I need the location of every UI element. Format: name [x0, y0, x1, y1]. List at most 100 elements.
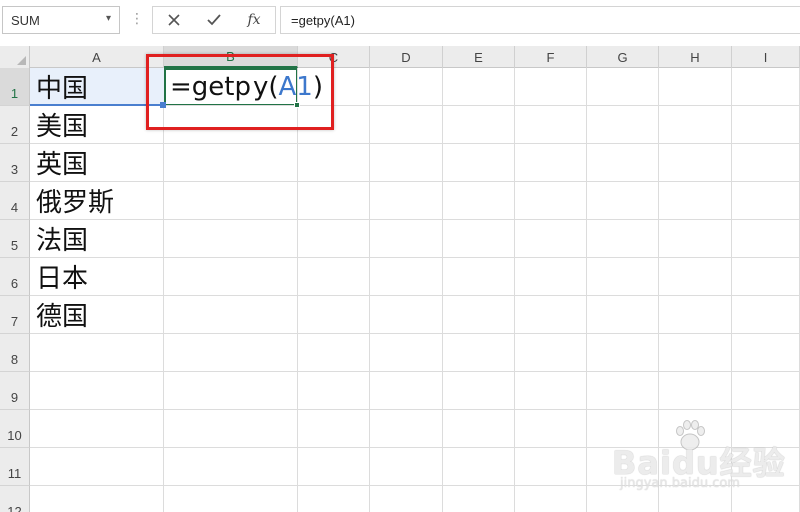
cell-e2[interactable]: [443, 106, 515, 144]
cell-e12[interactable]: [443, 486, 515, 512]
cell-e7[interactable]: [443, 296, 515, 334]
cell-b1[interactable]: =getp y(A1): [164, 68, 323, 106]
cell-g8[interactable]: [587, 334, 659, 372]
cell-f4[interactable]: [515, 182, 587, 220]
column-header-e[interactable]: E: [443, 46, 515, 68]
cell-d1[interactable]: [370, 68, 443, 106]
cell-h3[interactable]: [659, 144, 732, 182]
cell-h6[interactable]: [659, 258, 732, 296]
cell-e9[interactable]: [443, 372, 515, 410]
cell-c2[interactable]: [298, 106, 370, 144]
cell-i1[interactable]: [732, 68, 800, 106]
cell-g1[interactable]: [587, 68, 659, 106]
cell-a9[interactable]: [30, 372, 164, 410]
cell-a12[interactable]: [30, 486, 164, 512]
name-box[interactable]: SUM ▾: [2, 6, 120, 34]
cell-d11[interactable]: [370, 448, 443, 486]
cell-g3[interactable]: [587, 144, 659, 182]
select-all-button[interactable]: [0, 46, 30, 68]
cell-b3[interactable]: [164, 144, 298, 182]
cell-e6[interactable]: [443, 258, 515, 296]
cell-c3[interactable]: [298, 144, 370, 182]
cell-i5[interactable]: [732, 220, 800, 258]
drag-handle-icon[interactable]: ⋮: [130, 10, 144, 27]
cell-g11[interactable]: [587, 448, 659, 486]
cell-f12[interactable]: [515, 486, 587, 512]
cell-g12[interactable]: [587, 486, 659, 512]
row-header-12[interactable]: 12: [0, 486, 30, 512]
cell-i3[interactable]: [732, 144, 800, 182]
cell-d12[interactable]: [370, 486, 443, 512]
cell-a4[interactable]: 俄罗斯: [30, 182, 164, 220]
cell-e11[interactable]: [443, 448, 515, 486]
cell-c11[interactable]: [298, 448, 370, 486]
cell-f7[interactable]: [515, 296, 587, 334]
cell-f5[interactable]: [515, 220, 587, 258]
column-header-a[interactable]: A: [30, 46, 164, 68]
cell-i7[interactable]: [732, 296, 800, 334]
cell-h7[interactable]: [659, 296, 732, 334]
cell-c6[interactable]: [298, 258, 370, 296]
cell-c7[interactable]: [298, 296, 370, 334]
cell-h5[interactable]: [659, 220, 732, 258]
row-header-9[interactable]: 9: [0, 372, 30, 410]
cell-b2[interactable]: [164, 106, 298, 144]
cell-d8[interactable]: [370, 334, 443, 372]
cell-e3[interactable]: [443, 144, 515, 182]
cell-i11[interactable]: [732, 448, 800, 486]
enter-button[interactable]: [199, 7, 229, 33]
cell-d3[interactable]: [370, 144, 443, 182]
cell-g2[interactable]: [587, 106, 659, 144]
cell-b6[interactable]: [164, 258, 298, 296]
cell-d6[interactable]: [370, 258, 443, 296]
cell-h10[interactable]: [659, 410, 732, 448]
cancel-button[interactable]: [159, 7, 189, 33]
cell-i12[interactable]: [732, 486, 800, 512]
cell-a10[interactable]: [30, 410, 164, 448]
cell-f3[interactable]: [515, 144, 587, 182]
row-header-10[interactable]: 10: [0, 410, 30, 448]
cell-i10[interactable]: [732, 410, 800, 448]
row-header-1[interactable]: 1: [0, 68, 30, 106]
row-header-2[interactable]: 2: [0, 106, 30, 144]
row-header-11[interactable]: 11: [0, 448, 30, 486]
cell-c5[interactable]: [298, 220, 370, 258]
cell-a2[interactable]: 美国: [30, 106, 164, 144]
cell-b8[interactable]: [164, 334, 298, 372]
cell-g4[interactable]: [587, 182, 659, 220]
cell-a11[interactable]: [30, 448, 164, 486]
fill-handle[interactable]: [294, 102, 300, 108]
cell-g7[interactable]: [587, 296, 659, 334]
cell-a3[interactable]: 英国: [30, 144, 164, 182]
column-header-f[interactable]: F: [515, 46, 587, 68]
cell-b7[interactable]: [164, 296, 298, 334]
cell-f8[interactable]: [515, 334, 587, 372]
cell-c10[interactable]: [298, 410, 370, 448]
cell-b10[interactable]: [164, 410, 298, 448]
column-header-d[interactable]: D: [370, 46, 443, 68]
cell-e5[interactable]: [443, 220, 515, 258]
cell-a5[interactable]: 法国: [30, 220, 164, 258]
cell-c9[interactable]: [298, 372, 370, 410]
column-header-g[interactable]: G: [587, 46, 659, 68]
cell-a1[interactable]: 中国: [30, 68, 164, 106]
cell-h1[interactable]: [659, 68, 732, 106]
chevron-down-icon[interactable]: ▾: [106, 13, 111, 24]
cell-e4[interactable]: [443, 182, 515, 220]
reference-handle[interactable]: [160, 102, 166, 108]
cell-i2[interactable]: [732, 106, 800, 144]
cell-h11[interactable]: [659, 448, 732, 486]
cell-a7[interactable]: 德国: [30, 296, 164, 334]
cell-i6[interactable]: [732, 258, 800, 296]
cell-b4[interactable]: [164, 182, 298, 220]
cell-c4[interactable]: [298, 182, 370, 220]
cell-h4[interactable]: [659, 182, 732, 220]
cell-f11[interactable]: [515, 448, 587, 486]
cell-d4[interactable]: [370, 182, 443, 220]
cell-b9[interactable]: [164, 372, 298, 410]
cell-g5[interactable]: [587, 220, 659, 258]
cell-f1[interactable]: [515, 68, 587, 106]
cell-g10[interactable]: [587, 410, 659, 448]
column-header-c[interactable]: C: [298, 46, 370, 68]
cell-i9[interactable]: [732, 372, 800, 410]
